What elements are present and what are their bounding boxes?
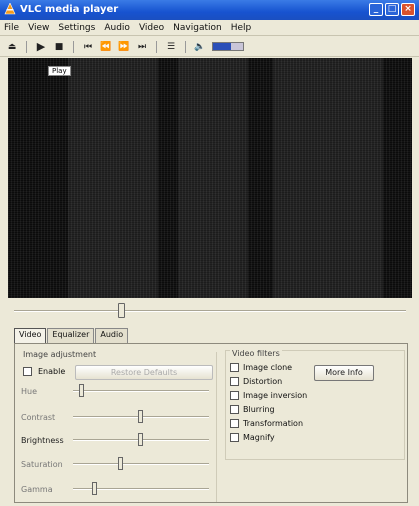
volume-slider[interactable] [212,42,244,51]
filter-label: Transformation [243,419,304,428]
eject-icon[interactable]: ⏏ [6,41,18,53]
filter-label: Image inversion [243,391,308,400]
tab-audio[interactable]: Audio [95,328,129,344]
brightness-slider[interactable] [73,433,209,447]
gamma-label: Gamma [21,485,53,494]
slider-thumb[interactable] [92,482,98,495]
menu-help[interactable]: Help [231,23,252,33]
enable-label: Enable [38,367,66,376]
video-status-tag: Play [48,66,71,76]
menu-audio[interactable]: Audio [104,23,130,33]
toolbar-separator [26,40,27,53]
menu-view[interactable]: View [28,23,49,33]
video-filters-title: Video filters [230,349,282,358]
slider-thumb[interactable] [79,384,85,397]
slider-thumb[interactable] [137,410,143,423]
menu-bar: File View Settings Audio Video Navigatio… [0,20,419,36]
vlc-cone-icon [4,3,16,15]
tab-equalizer[interactable]: Equalizer [47,328,95,344]
enable-checkbox[interactable] [23,367,32,376]
menu-settings[interactable]: Settings [58,23,95,33]
slider-track [73,390,209,392]
minimize-button[interactable]: _ [369,3,383,16]
playlist-icon[interactable]: ☰ [165,41,177,53]
noise-band [178,58,248,298]
settings-tabs: Video Equalizer Audio [14,328,129,344]
forward-icon[interactable]: ⏩ [118,41,130,53]
video-settings-panel: Image adjustment Enable Restore Defaults… [14,343,408,503]
maximize-button[interactable]: □ [385,3,399,16]
tab-video[interactable]: Video [14,328,47,344]
filter-checkbox[interactable] [230,419,239,428]
hue-label: Hue [21,387,38,396]
toolbar-separator [73,40,74,53]
image-adjustment-group: Image adjustment Enable Restore Defaults… [17,350,217,502]
filter-checkbox[interactable] [230,363,239,372]
gamma-slider[interactable] [73,482,209,496]
slider-thumb[interactable] [137,433,143,446]
filter-checkbox[interactable] [230,433,239,442]
contrast-slider[interactable] [73,410,209,424]
image-adjustment-title: Image adjustment [21,350,99,359]
video-output: Play [8,58,412,298]
toolbar: ⏏ ▶ ■ ⏮ ⏪ ⏩ ⏭ ☰ 🔈 [0,37,419,57]
speaker-icon[interactable]: 🔈 [194,41,206,53]
filter-checkbox[interactable] [230,377,239,386]
saturation-slider[interactable] [73,457,209,471]
more-info-button[interactable]: More Info [314,365,374,381]
seek-bar[interactable] [8,302,412,320]
rewind-icon[interactable]: ⏪ [100,41,112,53]
filter-checkbox[interactable] [230,391,239,400]
slider-thumb[interactable] [118,457,124,470]
saturation-label: Saturation [21,460,63,469]
stop-icon[interactable]: ■ [53,41,65,53]
restore-defaults-button[interactable]: Restore Defaults [75,365,213,380]
noise-band [68,58,158,298]
seek-thumb[interactable] [117,303,125,318]
noise-band [273,58,383,298]
filter-label: Magnify [243,433,275,442]
menu-video[interactable]: Video [139,23,164,33]
filter-label: Image clone [243,363,293,372]
menu-file[interactable]: File [4,23,19,33]
seek-track [14,310,406,312]
contrast-label: Contrast [21,413,56,422]
toolbar-separator [185,40,186,53]
filter-label: Distortion [243,377,283,386]
slider-track [73,463,209,465]
title-bar: VLC media player _ □ × [0,0,419,20]
close-button[interactable]: × [401,3,415,16]
video-filters-group: Video filters More Info Image clone Dist… [225,349,405,460]
next-icon[interactable]: ⏭ [136,41,148,53]
hue-slider[interactable] [73,384,209,398]
toolbar-separator [156,40,157,53]
play-icon[interactable]: ▶ [35,40,47,53]
brightness-label: Brightness [21,436,64,445]
filter-label: Blurring [243,405,275,414]
filter-checkbox[interactable] [230,405,239,414]
menu-navigation[interactable]: Navigation [173,23,222,33]
prev-icon[interactable]: ⏮ [82,41,94,53]
window-title: VLC media player [20,4,119,15]
